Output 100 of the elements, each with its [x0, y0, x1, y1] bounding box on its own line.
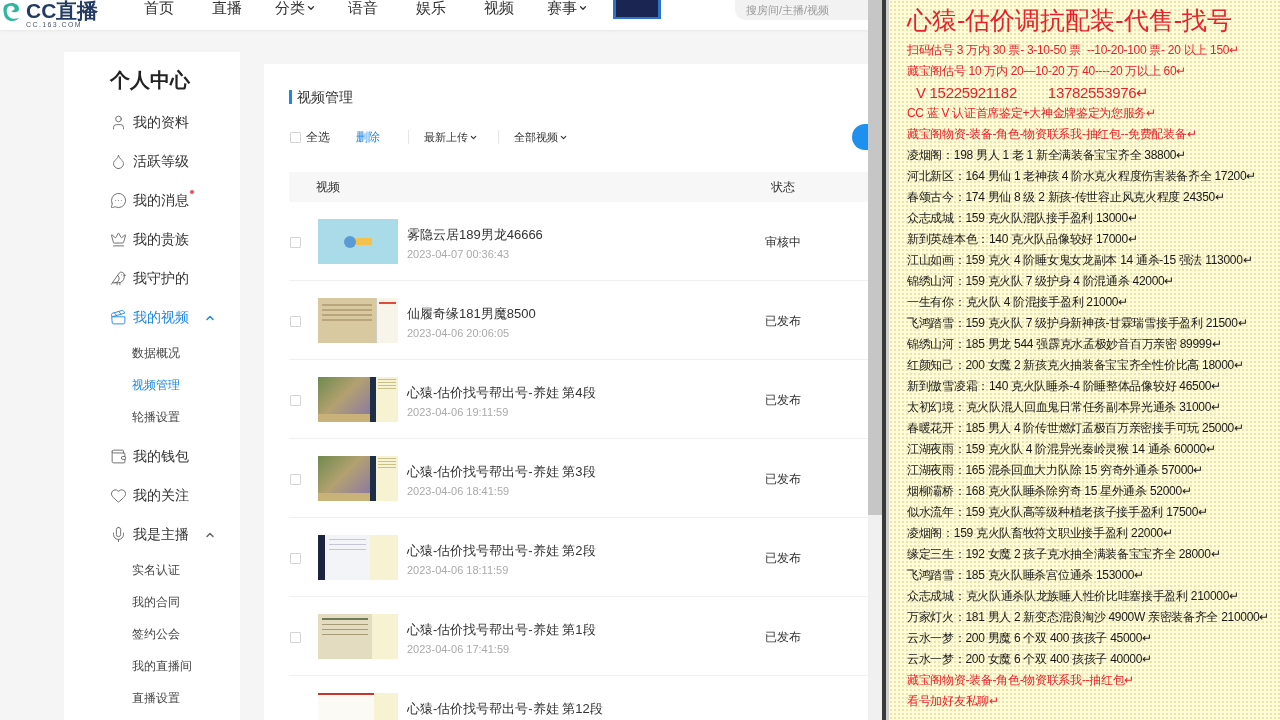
nav-link[interactable]: 语音	[329, 0, 398, 16]
sidebar-item[interactable]: 我的资料	[64, 103, 240, 142]
document-line: 江湖夜雨：165 混杀回血大力队除 15 穷奇外通杀 57000↵	[907, 462, 1205, 479]
document-line: 众志成城：克火队通杀队龙族睡人性价比哇塞接手盈利 210000↵	[907, 588, 1240, 605]
logo-text[interactable]: CC直播	[26, 0, 99, 21]
sidebar-subitem[interactable]: 数据概况	[132, 345, 180, 361]
scrollbar-thumb[interactable]	[868, 0, 882, 515]
nav-link[interactable]: 娱乐	[397, 0, 466, 16]
filter-dropdown[interactable]: 最新上传	[424, 128, 478, 146]
video-title[interactable]: 心猿-估价找号帮出号-养娃 第1段	[407, 621, 733, 639]
row-checkbox[interactable]	[290, 237, 301, 248]
document-line: 新到傲雪凌霜：140 克火队睡杀-4 阶睡整体品像较好 46500↵	[907, 378, 1222, 395]
status-text: 已发布	[764, 629, 802, 645]
document-line: 云水一梦：200 男魔 6 个双 400 孩孩子 45000↵	[907, 630, 1153, 647]
sidebar-title: 个人中心	[109, 68, 191, 93]
nav-link[interactable]: 首页	[125, 0, 194, 16]
filter-dropdown[interactable]: 全部视频	[514, 128, 568, 146]
document-line: 春颂古今：174 男仙 8 级 2 新孩-传世容止风克火程度 24350↵	[907, 189, 1226, 206]
sidebar-item[interactable]: 我的消息	[64, 181, 240, 220]
document-line: 飞鸿踏雪：185 克火队睡杀宫位通杀 153000↵	[907, 567, 1145, 584]
document-line: 缘定三生：192 女魔 2 孩子克水抽全满装备宝宝齐全 28000↵	[907, 546, 1222, 563]
scrollbar[interactable]	[868, 0, 882, 720]
upload-date: 2023-04-06 18:41:59	[407, 484, 511, 499]
upload-date: 2023-04-06 19:11:59	[407, 405, 510, 420]
document-line: 藏宝阁物资-装备-角色-物资联系我-抽红包--免费配装备↵	[907, 126, 1198, 143]
row-checkbox[interactable]	[290, 632, 301, 643]
video-title[interactable]: 心猿-估价找号帮出号-养娃 第3段	[407, 463, 733, 481]
crown-icon	[110, 231, 127, 248]
caret-icon	[577, 3, 588, 13]
sidebar-subitem[interactable]: 轮播设置	[132, 409, 180, 425]
upload-date: 2023-04-07 00:36:43	[407, 247, 511, 262]
document-line: V 15225921182 13782553976↵	[915, 83, 1151, 103]
document-line: 河北新区：164 男仙 1 老神孩 4 阶水克火程度伤害装备齐全 17200↵	[907, 168, 1258, 185]
column-header: 视频	[315, 179, 340, 196]
sidebar-subitem[interactable]: 签约公会	[132, 626, 180, 642]
banner-image-placeholder[interactable]	[613, 0, 662, 19]
wallet-icon	[110, 448, 127, 465]
status-text: 已发布	[764, 550, 802, 566]
bird-icon	[110, 270, 127, 287]
video-title[interactable]: 心猿-估价找号帮出号-养娃 第12段	[407, 700, 868, 718]
column-header: 状态	[770, 179, 796, 196]
document-line: 江山如画：159 克火 4 阶睡女鬼女龙副本 14 通杀-15 强法 113000↵	[907, 252, 1254, 269]
document-line: 看号加好友私聊↵	[907, 693, 1000, 710]
clapperboard-icon	[110, 309, 127, 326]
document-line: 锦绣山河：159 克火队 7 级护身 4 阶混通杀 42000↵	[907, 273, 1176, 290]
video-title[interactable]: 心猿-估价找号帮出号-养娃 第4段	[407, 384, 733, 402]
document-line: 藏宝阁物资-装备-角色-物资联系我--抽红包↵	[907, 672, 1136, 689]
sidebar-subitem[interactable]: 视频管理	[132, 377, 180, 393]
document-line: 太初幻境：克火队混人回血鬼日常任务副本异光通杀 31000↵	[907, 399, 1222, 416]
video-title[interactable]: 心猿-估价找号帮出号-养娃 第2段	[407, 542, 733, 560]
sidebar-subitem[interactable]: 我的合同	[132, 594, 180, 610]
sidebar-item[interactable]: 我的视频	[64, 298, 240, 337]
upload-date: 2023-04-06 20:06:05	[407, 326, 511, 341]
row-checkbox[interactable]	[290, 553, 301, 564]
section-title: 视频管理	[297, 88, 353, 107]
sidebar-subitem[interactable]: 直播设置	[132, 690, 180, 706]
row-checkbox[interactable]	[290, 474, 301, 485]
document-line: 红颜知己：200 女魔 2 新孩克火抽装备宝宝齐全性价比高 18000↵	[907, 357, 1245, 374]
heart-icon	[110, 487, 127, 504]
sidebar-subitem[interactable]: 实名认证	[132, 562, 180, 578]
sidebar-subitem[interactable]: 我的直播间	[132, 658, 192, 674]
user-icon	[110, 114, 127, 131]
document-line: 江湖夜雨：159 克火队 4 阶混异光秦岭灵猴 14 通杀 60000↵	[907, 441, 1217, 458]
sidebar-item[interactable]: 我的贵族	[64, 220, 240, 259]
row-checkbox[interactable]	[290, 395, 301, 406]
sidebar-item[interactable]: 我守护的	[64, 259, 240, 298]
document-line: 凌烟阁：159 克火队畜牧符文职业接手盈利 22000↵	[907, 525, 1174, 542]
document-line: 飞鸿踏雪：159 克火队 7 级护身新神孩-甘霖瑞雪接手盈利 21500↵	[907, 315, 1249, 332]
status-text: 已发布	[764, 471, 802, 487]
document-line: 扫码估号 3 万内 30 票- 3-10-50 票 --10-20-100 票- 20 以上 150↵	[907, 42, 1240, 59]
document-line: 烟柳灞桥：168 克火队睡杀除穷奇 15 星外通杀 52000↵	[907, 483, 1193, 500]
nav-link[interactable]: 视频	[465, 0, 534, 16]
nav-link[interactable]: 直播	[193, 0, 262, 16]
upload-date: 2023-04-06 18:11:59	[407, 563, 510, 578]
video-title[interactable]: 雾隐云居189男龙46666	[407, 226, 733, 244]
select-all-label[interactable]: 全选	[306, 128, 330, 146]
status-text: 已发布	[764, 313, 802, 329]
caret-icon	[305, 3, 316, 13]
document-line: 春暖花开：185 男人 4 阶传世燃灯孟极百万亲密接手可玩 25000↵	[907, 420, 1245, 437]
row-checkbox[interactable]	[290, 316, 301, 327]
sidebar-item[interactable]: 我是主播	[64, 515, 240, 554]
upload-date: 2023-04-06 17:41:59	[407, 642, 511, 657]
document-line: CC 蓝 V 认证首席鉴定+大神金牌鉴定为您服务↵	[907, 105, 1157, 122]
sidebar-item[interactable]: 活跃等级	[64, 142, 240, 181]
microphone-icon	[110, 526, 127, 543]
document-line: 锦绣山河：185 男龙 544 强霹克水孟极妙音百万亲密 89999↵	[907, 336, 1223, 353]
nav-link[interactable]: 赛事	[533, 0, 602, 16]
droplet-icon	[110, 153, 127, 170]
sidebar-item[interactable]: 我的关注	[64, 476, 240, 515]
select-all-checkbox[interactable]	[290, 131, 301, 143]
video-title[interactable]: 仙履奇缘181男魔8500	[407, 305, 733, 323]
document-line: 万家灯火：181 男人 2 新变态混浪淘沙 4900W 亲密装备齐全 210000↵	[907, 609, 1271, 626]
delete-button[interactable]: 删除	[356, 128, 380, 146]
document-line: 似水流年：159 克火队高等级种植老孩子接手盈利 17500↵	[907, 504, 1209, 521]
nav-link[interactable]: 分类	[261, 0, 330, 16]
action-button[interactable]	[852, 124, 868, 150]
status-text: 审核中	[764, 234, 802, 250]
sidebar-item[interactable]: 我的钱包	[64, 437, 240, 476]
document-line: 新到英雄本色：140 克火队品像较好 17000↵	[907, 231, 1139, 248]
search-field[interactable]: 搜房间/主播/视频	[735, 0, 868, 20]
